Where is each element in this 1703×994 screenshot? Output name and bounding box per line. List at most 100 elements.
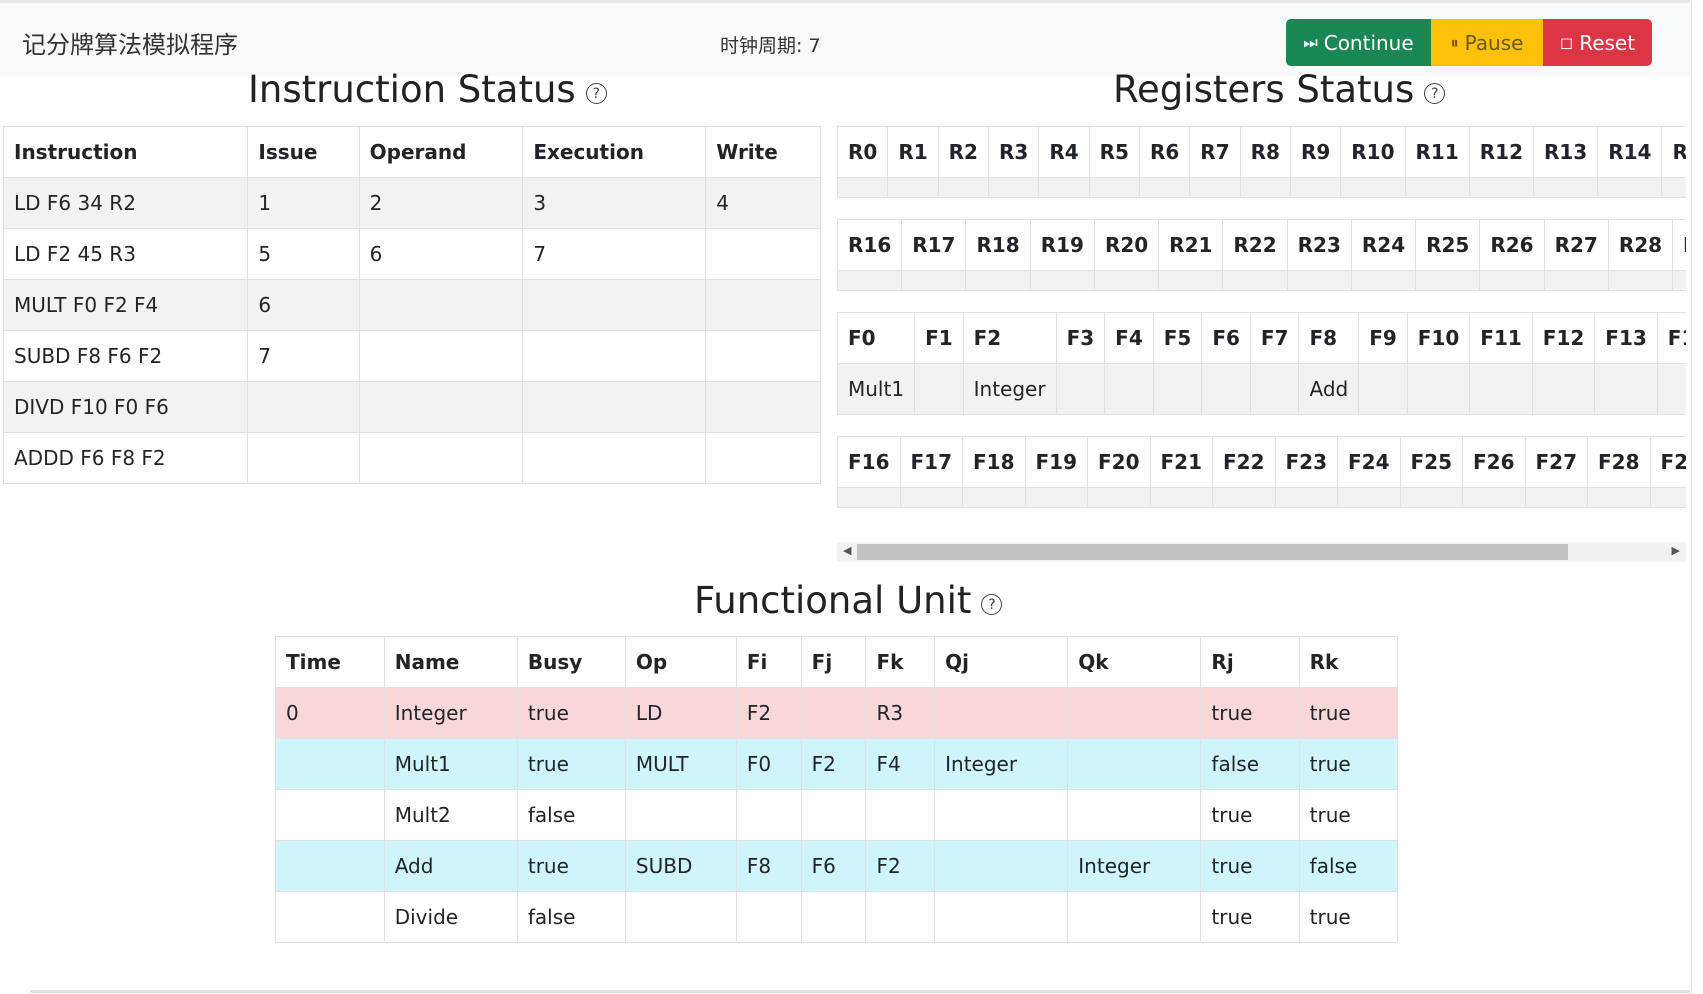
register-name: R6	[1138, 126, 1191, 178]
register-name: R25	[1415, 219, 1481, 271]
register-value	[837, 177, 889, 198]
table-cell	[1067, 687, 1202, 739]
table-cell: Divide	[383, 891, 518, 943]
register-value	[1038, 177, 1090, 198]
column-header: Qj	[934, 636, 1069, 688]
table-row: LD F2 45 R3 5 6 7	[2, 228, 821, 280]
table-row: LD F6 34 R2 1 2 3 4	[2, 177, 821, 229]
table-cell: F0	[735, 738, 802, 790]
register-name: F6	[1201, 312, 1251, 364]
register-name: F9	[1358, 312, 1408, 364]
stop-icon: ◻	[1559, 33, 1574, 52]
register-name: F20	[1087, 436, 1151, 488]
register-value	[1093, 270, 1160, 291]
horizontal-scrollbar[interactable]: ◀ ▶	[837, 542, 1686, 562]
register-name: F16	[837, 436, 901, 488]
register-value	[1087, 487, 1151, 508]
register-value	[1138, 177, 1191, 198]
table-cell: 7	[247, 330, 360, 382]
register-name-row: R16R17R18R19R20R21R22R23R24R25R26R27R28R…	[837, 219, 1686, 271]
register-value	[901, 270, 967, 291]
register-name: R0	[837, 126, 889, 178]
register-name: R20	[1093, 219, 1160, 271]
table-cell	[934, 687, 1069, 739]
table-cell: true	[1200, 891, 1300, 943]
table-cell	[800, 891, 867, 943]
table-cell	[624, 789, 737, 841]
column-header: Fj	[800, 636, 867, 688]
column-header: Op	[624, 636, 737, 688]
table-cell: true	[1298, 738, 1399, 790]
table-cell: Mult1	[383, 738, 518, 790]
table-row: Add true SUBD F8 F6 F2 Integer true false	[275, 840, 1399, 892]
table-cell	[934, 840, 1069, 892]
table-cell	[1067, 789, 1202, 841]
register-name: R3	[987, 126, 1040, 178]
register-value	[1531, 363, 1596, 415]
register-name: R24	[1350, 219, 1417, 271]
register-name: R8	[1239, 126, 1291, 178]
register-value	[1249, 363, 1300, 415]
top-navbar: 记分牌算法模拟程序 时钟周期: 7 ⏭ Continue ⏸ Pause ◻ R…	[0, 0, 1690, 76]
register-value: Add	[1298, 363, 1360, 415]
registers-scroll-area[interactable]: R0R1R2R3R4R5R6R7R8R9R10R11R12R13R14R15 R…	[837, 126, 1686, 523]
int-registers-table-1: R0R1R2R3R4R5R6R7R8R9R10R11R12R13R14R15	[837, 126, 1686, 198]
table-cell: 1	[247, 177, 360, 229]
column-header: Operand	[358, 126, 524, 178]
register-value	[1055, 363, 1106, 415]
register-value	[1289, 177, 1342, 198]
page-scrollbar-track[interactable]	[1691, 0, 1703, 994]
register-value	[1406, 363, 1471, 415]
table-cell: DIVD F10 F0 F6	[2, 381, 249, 433]
table-cell: Mult2	[383, 789, 518, 841]
register-value	[1104, 363, 1154, 415]
register-name-row: F0F1F2F3F4F5F6F7F8F9F10F11F12F13F14F	[837, 312, 1686, 364]
registers-status-title: Registers Status	[1113, 68, 1415, 111]
pause-button[interactable]: ⏸ Pause	[1431, 19, 1543, 66]
table-cell	[800, 687, 867, 739]
register-name: F1	[914, 312, 964, 364]
register-value-row	[837, 177, 1686, 198]
scroll-right-arrow-icon[interactable]: ▶	[1672, 544, 1680, 557]
continue-button[interactable]: ⏭ Continue	[1286, 19, 1431, 66]
register-name: F2	[962, 312, 1057, 364]
register-value	[1358, 363, 1408, 415]
table-cell: SUBD	[624, 840, 737, 892]
app-title: 记分牌算法模拟程序	[22, 31, 238, 59]
register-name: F24	[1337, 436, 1401, 488]
fp-registers-table-2: F16 F17 F18 F19 F20 F21 F22 F23 F24 F25 F26 F27 F28 F…	[837, 436, 1686, 508]
table-row: Divide false true true	[275, 891, 1399, 943]
column-header: Instruction	[2, 126, 249, 178]
table-cell	[735, 789, 802, 841]
register-value	[1594, 363, 1658, 415]
table-cell	[358, 381, 524, 433]
scrollbar-thumb[interactable]	[857, 544, 1568, 560]
column-header: Execution	[522, 126, 707, 178]
reset-button[interactable]: ◻ Reset	[1543, 19, 1652, 66]
help-icon[interactable]: ?	[981, 594, 1003, 615]
register-name: F21	[1149, 436, 1213, 488]
continue-label: Continue	[1323, 30, 1414, 55]
table-cell: F2	[800, 738, 867, 790]
help-icon[interactable]: ?	[1424, 83, 1446, 104]
table-cell: ADDD F6 F8 F2	[2, 432, 249, 484]
help-icon[interactable]: ?	[585, 83, 607, 104]
table-cell	[247, 381, 360, 433]
table-cell	[705, 432, 821, 484]
table-cell: MULT	[624, 738, 737, 790]
table-cell: SUBD F8 F6 F2	[2, 330, 249, 382]
register-value	[1350, 270, 1417, 291]
table-cell: 3	[522, 177, 707, 229]
register-value	[1415, 270, 1481, 291]
register-name: F11	[1469, 312, 1533, 364]
register-name: R29	[1672, 219, 1686, 271]
register-name: R5	[1088, 126, 1140, 178]
register-name: F14	[1656, 312, 1686, 364]
instruction-status-title: Instruction Status	[248, 68, 576, 111]
table-cell	[1067, 891, 1202, 943]
register-value	[1340, 177, 1406, 198]
table-cell: true	[1298, 687, 1399, 739]
register-name: F4	[1104, 312, 1154, 364]
register-value	[837, 270, 903, 291]
scroll-left-arrow-icon[interactable]: ◀	[843, 544, 851, 557]
